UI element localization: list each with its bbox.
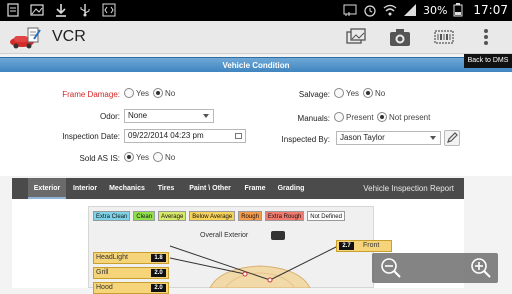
salvage-label: Salvage:	[298, 90, 330, 99]
frame-damage-label: Frame Damage:	[62, 90, 120, 99]
battery-percent: 30%	[422, 3, 448, 17]
rating-grill[interactable]: Grill 2.0	[93, 267, 169, 279]
rating-headlight[interactable]: HeadLight 1.8	[93, 252, 169, 264]
signal-icon	[403, 3, 417, 17]
battery-icon	[453, 3, 467, 17]
dropdown-arrow-icon	[203, 114, 209, 118]
salvage-no-radio[interactable]: No	[363, 88, 385, 98]
tab-grading[interactable]: Grading	[272, 178, 310, 199]
legend-not-defined: Not Defined	[307, 211, 345, 221]
odor-label: Odor:	[99, 112, 120, 121]
tab-tires[interactable]: Tires	[152, 178, 180, 199]
rating-label: Grill	[96, 269, 109, 276]
odor-value: None	[128, 111, 148, 120]
clock: 17:07	[473, 3, 508, 17]
image-icon	[30, 3, 44, 17]
rating-label: Front	[363, 242, 380, 249]
rating-front[interactable]: 2.7 Front	[336, 240, 392, 252]
manuals-present-radio[interactable]: Present	[334, 112, 374, 122]
inspection-date-value: 09/22/2014 04:23 pm	[128, 131, 204, 140]
sold-as-is-yes-radio[interactable]: Yes	[124, 152, 149, 162]
manuals-label: Manuals:	[297, 114, 330, 123]
download-icon	[54, 3, 68, 17]
rating-value: 1.8	[151, 254, 166, 262]
status-bar: 30% 17:07	[0, 0, 512, 21]
alarm-icon	[363, 3, 377, 17]
tab-interior[interactable]: Interior	[68, 178, 102, 199]
zoom-in-button[interactable]	[470, 257, 492, 279]
notes-icon	[6, 3, 20, 17]
dropdown-arrow-icon	[430, 136, 436, 140]
rating-connector-lines	[169, 245, 339, 283]
radio-label: Yes	[346, 88, 360, 98]
radio-label: No	[165, 88, 176, 98]
zoom-in-icon	[471, 258, 491, 278]
action-bar: VCR	[0, 21, 512, 54]
camera-icon[interactable]	[388, 26, 412, 48]
tab-exterior[interactable]: Exterior	[28, 178, 66, 199]
scan-icon[interactable]	[432, 26, 456, 48]
legend-extra-rough: Extra Rough	[264, 211, 305, 221]
app-logo-icon[interactable]	[8, 26, 44, 50]
frame-damage-yes-radio[interactable]: Yes	[124, 88, 149, 98]
manuals-not-present-radio[interactable]: Not present	[377, 112, 430, 122]
rating-hood[interactable]: Hood 2.0	[93, 282, 169, 294]
legend-extra-clean: Extra Clean	[93, 211, 131, 221]
radio-label: Yes	[136, 152, 150, 162]
sold-as-is-no-radio[interactable]: No	[153, 152, 175, 162]
zoom-out-button[interactable]	[380, 257, 402, 279]
rating-value: 2.7	[339, 242, 354, 250]
tab-paint-other[interactable]: Paint \ Other	[182, 178, 238, 199]
app-title: VCR	[52, 28, 86, 45]
radio-label: No	[375, 88, 386, 98]
code-icon	[102, 3, 116, 17]
overall-exterior-label: Overall Exterior	[200, 232, 249, 239]
tab-frame[interactable]: Frame	[240, 178, 270, 199]
overflow-menu-icon[interactable]	[478, 26, 494, 48]
inspected-by-select[interactable]: Jason Taylor	[336, 131, 441, 145]
overall-exterior-swatch	[271, 231, 285, 240]
edit-pencil-button[interactable]	[444, 130, 460, 146]
zoom-out-icon	[381, 258, 401, 278]
radio-label: Not present	[389, 112, 431, 122]
salvage-yes-radio[interactable]: Yes	[334, 88, 359, 98]
back-to-dms-button[interactable]: Back to DMS	[464, 54, 512, 68]
condition-legend: Extra Clean Clean Average Below Average …	[93, 211, 345, 221]
tab-mechanics[interactable]: Mechanics	[104, 178, 150, 199]
usb-icon	[78, 3, 92, 17]
cast-icon	[343, 3, 357, 17]
frame-damage-no-radio[interactable]: No	[153, 88, 175, 98]
section-header: Vehicle Condition	[0, 57, 512, 72]
rating-value: 2.0	[151, 269, 166, 277]
inspection-date-label: Inspection Date:	[62, 132, 120, 141]
vehicle-condition-form: Frame Damage: Yes No Odor: None Inspecti…	[0, 72, 512, 176]
inspected-by-value: Jason Taylor	[340, 133, 385, 142]
radio-label: No	[165, 152, 176, 162]
legend-rough: Rough	[238, 211, 262, 221]
radio-label: Present	[346, 112, 374, 122]
zoom-control	[372, 253, 498, 283]
rating-label: HeadLight	[96, 254, 128, 261]
odor-select[interactable]: None	[124, 109, 214, 123]
radio-label: Yes	[136, 88, 150, 98]
inspected-by-label: Inspected By:	[281, 135, 330, 144]
inspection-tab-bar: Exterior Interior Mechanics Tires Paint …	[12, 178, 464, 199]
gallery-icon[interactable]	[344, 26, 368, 48]
pencil-icon	[447, 132, 458, 143]
rating-value: 2.0	[151, 284, 166, 292]
wifi-icon	[383, 3, 397, 17]
legend-below-average: Below Average	[189, 211, 236, 221]
legend-clean: Clean	[133, 211, 156, 221]
report-title: Vehicle Inspection Report	[363, 184, 454, 193]
sold-as-is-label: Sold AS IS:	[79, 154, 120, 163]
legend-average: Average	[158, 211, 187, 221]
